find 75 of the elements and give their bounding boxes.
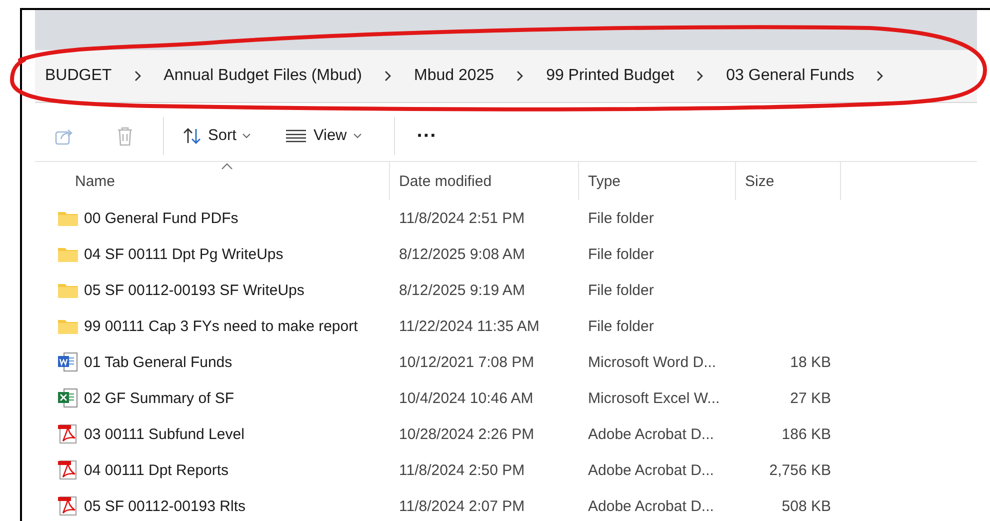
sort-button[interactable]: Sort <box>172 116 262 156</box>
folder-icon <box>57 317 79 335</box>
list-view-icon <box>285 129 308 143</box>
chevron-icon <box>134 70 142 82</box>
dropdown-caret-icon <box>352 133 362 139</box>
folder-icon <box>57 281 79 299</box>
spreadsheet-icon <box>57 388 79 408</box>
pdf-document-icon <box>57 496 79 516</box>
type-cell-text: File folder <box>587 208 655 228</box>
folder-icon <box>57 209 79 227</box>
breadcrumb-item[interactable]: BUDGET <box>45 67 112 85</box>
sort-icon <box>182 127 202 145</box>
file-name: 03 00111 Subfund Level <box>84 426 244 442</box>
breadcrumb-item[interactable]: Mbud 2025 <box>414 67 494 85</box>
column-header[interactable]: Name <box>35 162 390 200</box>
sort-caret-icon <box>221 163 233 170</box>
file-name: 05 SF 00112-00193 Rlts <box>84 498 246 514</box>
date-cell-text: 11/8/2024 2:51 PM <box>398 208 526 228</box>
column-header[interactable]: Size <box>736 162 841 200</box>
delete-icon <box>116 126 134 146</box>
folder-icon <box>57 245 79 263</box>
type-cell-text: File folder <box>587 316 655 336</box>
file-name-cell[interactable]: 04 SF 00111 Dpt Pg WriteUps <box>35 236 390 272</box>
file-name-cell[interactable]: 03 00111 Subfund Level <box>35 416 390 452</box>
file-name: 05 SF 00112-00193 SF WriteUps <box>84 282 304 298</box>
date-cell-text: 11/8/2024 2:07 PM <box>398 496 526 516</box>
file-name: 02 GF Summary of SF <box>84 390 234 406</box>
more-options-button[interactable]: ··· <box>402 116 451 156</box>
pdf-document-icon <box>57 460 79 480</box>
word-document-icon <box>57 352 79 372</box>
chevron-icon <box>696 70 704 82</box>
date-cell-text: 11/22/2024 11:35 AM <box>398 316 540 336</box>
type-cell-text: Adobe Acrobat D... <box>587 424 715 444</box>
file-name-cell[interactable]: 04 00111 Dpt Reports <box>35 452 390 488</box>
date-cell-text: 8/12/2025 9:19 AM <box>398 280 526 300</box>
size-cell-text: 508 KB <box>780 496 832 516</box>
size-cell-text: 27 KB <box>789 388 832 408</box>
size-cell-text: 186 KB <box>780 424 832 444</box>
share-icon <box>55 127 75 145</box>
date-cell-text: 10/12/2021 7:08 PM <box>398 352 536 372</box>
chevron-icon <box>876 70 884 82</box>
file-name-cell[interactable]: 05 SF 00112-00193 Rlts <box>35 488 390 521</box>
type-cell-text: Microsoft Excel W... <box>587 388 721 408</box>
type-cell-text: Microsoft Word D... <box>587 352 718 372</box>
type-cell-text: Adobe Acrobat D... <box>587 496 715 516</box>
breadcrumb-item[interactable]: Annual Budget Files (Mbud) <box>164 67 362 85</box>
file-name-cell[interactable]: 02 GF Summary of SF <box>35 380 390 416</box>
size-cell-text: 18 KB <box>789 352 832 372</box>
chevron-icon <box>516 70 524 82</box>
file-name: 04 00111 Dpt Reports <box>84 462 229 478</box>
type-cell-text: Adobe Acrobat D... <box>587 460 715 480</box>
date-cell-text: 11/8/2024 2:50 PM <box>398 460 526 480</box>
file-name: 04 SF 00111 Dpt Pg WriteUps <box>84 246 284 262</box>
pdf-document-icon <box>57 424 79 444</box>
file-name-cell[interactable]: 05 SF 00112-00193 SF WriteUps <box>35 272 390 308</box>
date-cell-text: 10/4/2024 10:46 AM <box>398 388 534 408</box>
file-name-cell[interactable]: 01 Tab General Funds <box>35 344 390 380</box>
date-cell-text: 10/28/2024 2:26 PM <box>398 424 536 444</box>
file-name-cell[interactable]: 00 General Fund PDFs <box>35 200 390 236</box>
file-name: 99 00111 Cap 3 FYs need to make report <box>84 318 358 334</box>
view-button[interactable]: View <box>275 116 372 156</box>
file-name: 01 Tab General Funds <box>84 354 232 370</box>
breadcrumb-item[interactable]: 03 General Funds <box>726 67 854 85</box>
type-cell-text: File folder <box>587 244 655 264</box>
column-header[interactable]: Type <box>579 162 736 200</box>
date-cell-text: 8/12/2025 9:08 AM <box>398 244 526 264</box>
column-header[interactable]: Date modified <box>390 162 579 200</box>
address-bar[interactable]: BUDGET Annual Budget Files (Mbud) Mbud 2025 99 Printed Budget 03 General Funds <box>35 50 977 103</box>
file-name: 00 General Fund PDFs <box>84 210 238 226</box>
type-cell-text: File folder <box>587 280 655 300</box>
size-cell-text: 2,756 KB <box>768 460 832 480</box>
chevron-icon <box>384 70 392 82</box>
breadcrumb-item[interactable]: 99 Printed Budget <box>546 67 674 85</box>
dropdown-caret-icon <box>242 133 252 139</box>
file-name-cell[interactable]: 99 00111 Cap 3 FYs need to make report <box>35 308 390 344</box>
